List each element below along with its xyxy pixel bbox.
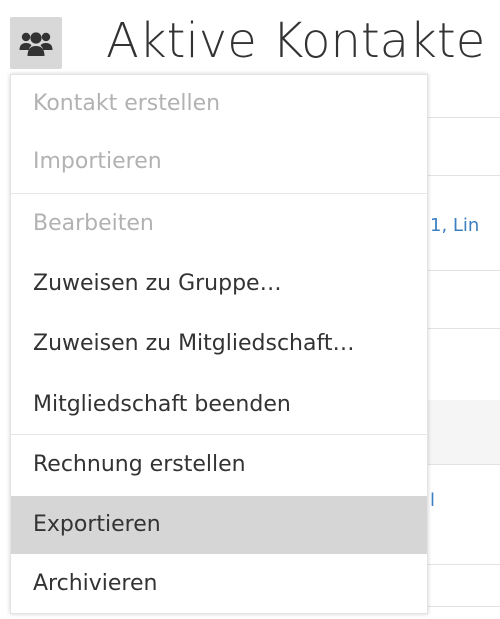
table-row-divider xyxy=(428,328,500,329)
table-cell-link[interactable]: 1, Lin xyxy=(430,215,479,236)
table-row-alt xyxy=(428,400,500,464)
table-row-divider xyxy=(428,464,500,465)
contacts-table-background: 1, Lin l xyxy=(428,117,500,619)
menu-item-import: Importieren xyxy=(33,149,162,174)
menu-item-edit: Bearbeiten xyxy=(33,211,154,236)
menu-item-create-contact: Kontakt erstellen xyxy=(33,91,221,116)
menu-divider xyxy=(11,193,427,194)
menu-item-archive[interactable]: Archivieren xyxy=(11,555,427,613)
page-title: Aktive Kontakte xyxy=(106,13,486,69)
menu-item-assign-membership[interactable]: Zuweisen zu Mitgliedschaft… xyxy=(11,315,427,373)
contacts-menu-button[interactable] xyxy=(10,17,62,69)
table-row-divider xyxy=(428,175,500,176)
menu-item-create-invoice[interactable]: Rechnung erstellen xyxy=(11,436,427,494)
users-icon xyxy=(19,32,53,56)
table-row-divider xyxy=(428,564,500,565)
table-row-divider xyxy=(428,117,500,118)
table-row-divider xyxy=(428,606,500,607)
menu-item-export[interactable]: Exportieren xyxy=(11,496,427,554)
table-cell-link[interactable]: l xyxy=(430,490,435,511)
page-header: Aktive Kontakte xyxy=(0,0,500,72)
menu-item-end-membership[interactable]: Mitgliedschaft beenden xyxy=(11,376,427,434)
page: Aktive Kontakte 1, Lin l Kontakt erstell… xyxy=(0,0,500,619)
menu-item-assign-group[interactable]: Zuweisen zu Gruppe… xyxy=(11,255,427,313)
table-row-divider xyxy=(428,270,500,271)
menu-divider xyxy=(11,434,427,435)
contacts-actions-menu: Kontakt erstellen Importieren Bearbeiten… xyxy=(10,74,428,614)
